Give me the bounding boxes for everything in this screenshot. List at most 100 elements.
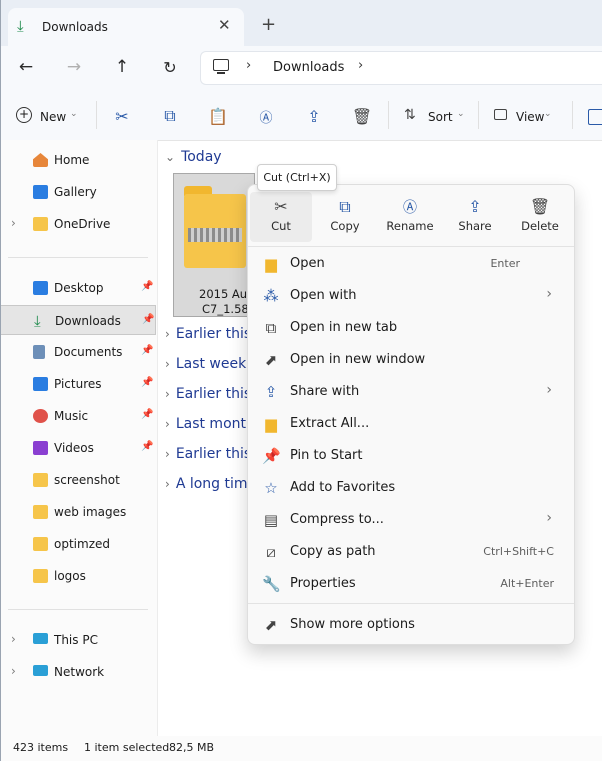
pin-icon: 📌 — [142, 314, 155, 325]
menu-item-compress-to[interactable]: ▤ Compress to... › — [254, 505, 568, 535]
star-icon: ☆ — [264, 479, 278, 497]
nav-item-optimzed[interactable]: optimzed — [0, 529, 156, 559]
group-header[interactable]: ⌄ Today — [165, 149, 222, 165]
new-label: New — [40, 110, 67, 124]
compress-icon: ▤ — [263, 511, 279, 529]
group-header[interactable]: › Last week — [165, 356, 246, 372]
group-header[interactable]: › Last mont — [165, 416, 246, 432]
desktop-icon — [33, 281, 48, 295]
address-bar[interactable] — [200, 51, 602, 85]
sort-button[interactable]: ⇅ Sort ⌄ — [404, 106, 474, 128]
chevron-right-icon: › — [165, 387, 170, 401]
nav-item-network[interactable]: › Network — [0, 657, 156, 687]
menu-item-add-to-favorites[interactable]: ☆ Add to Favorites — [254, 473, 568, 503]
menu-item-extract-all[interactable]: ▆ Extract All... — [254, 409, 568, 439]
pin-icon: 📌 — [141, 409, 154, 420]
breadcrumb[interactable]: Downloads — [273, 60, 344, 75]
network-icon — [33, 665, 48, 676]
group-header[interactable]: › Earlier this — [165, 386, 251, 402]
cut-button[interactable]: ✂ Cut — [250, 192, 312, 242]
item-count: 423 items — [13, 741, 69, 754]
chevron-right-icon: › — [165, 327, 170, 341]
sort-icon: ⇅ — [404, 107, 416, 123]
copy-button[interactable]: ⧉ Copy — [314, 192, 376, 242]
chevron-right-icon[interactable]: › — [11, 664, 16, 678]
home-icon — [33, 153, 48, 167]
paste-toolbar-button[interactable]: 📋 — [206, 104, 230, 128]
menu-item-properties[interactable]: 🔧 Properties Alt+Enter — [254, 569, 568, 599]
menu-item-show-more-options[interactable]: ⬈ Show more options — [254, 610, 568, 640]
group-header[interactable]: › Earlier this — [165, 446, 251, 462]
chevron-down-icon: ⌄ — [70, 109, 78, 119]
nav-item-pictures[interactable]: Pictures 📌 — [0, 369, 156, 399]
menu-item-open-new-window[interactable]: ⬈ Open in new window — [254, 345, 568, 375]
rename-toolbar-button[interactable]: Ⓐ — [254, 104, 278, 128]
zip-folder-icon — [184, 186, 246, 268]
menu-item-open-with[interactable]: ⁂ Open with › — [254, 281, 568, 311]
computer-icon-stand — [217, 72, 225, 74]
new-tab-button[interactable]: + — [261, 14, 276, 35]
group-header[interactable]: › A long tim — [165, 476, 248, 492]
delete-toolbar-button[interactable]: 🗑 — [350, 104, 374, 128]
separator — [478, 101, 479, 129]
filter-icon[interactable] — [588, 109, 602, 125]
menu-separator — [248, 603, 574, 604]
chevron-right-icon[interactable]: › — [11, 632, 16, 646]
cut-toolbar-button[interactable]: ✂ — [110, 104, 134, 128]
breadcrumb-chevron-icon[interactable]: › — [358, 58, 363, 73]
menu-item-share-with[interactable]: ⇪ Share with › — [254, 377, 568, 407]
folder-open-icon: ▆ — [265, 255, 277, 273]
nav-item-this-pc[interactable]: › This PC — [0, 625, 156, 655]
chevron-right-icon: › — [546, 382, 552, 398]
nav-item-gallery[interactable]: Gallery — [0, 177, 156, 207]
share-toolbar-button[interactable]: ⇪ — [302, 104, 326, 128]
separator — [572, 101, 573, 129]
chevron-right-icon: › — [165, 447, 170, 461]
close-tab-icon[interactable]: ✕ — [218, 16, 231, 34]
rename-button[interactable]: Ⓐ Rename — [379, 192, 441, 242]
nav-item-downloads[interactable]: ⤓ Downloads 📌 — [0, 305, 156, 335]
pin-icon: 📌 — [141, 281, 154, 292]
nav-item-videos[interactable]: Videos 📌 — [0, 433, 156, 463]
extract-icon: ▆ — [265, 415, 277, 433]
chevron-right-icon: › — [546, 286, 552, 302]
folder-icon — [33, 217, 48, 231]
share-icon: ⇪ — [468, 197, 482, 216]
nav-item-logos[interactable]: logos — [0, 561, 156, 591]
more-options-icon: ⬈ — [264, 616, 278, 634]
copy-toolbar-button[interactable]: ⧉ — [158, 104, 182, 128]
cut-tooltip: Cut (Ctrl+X) — [257, 164, 337, 191]
menu-item-copy-as-path[interactable]: ⧄ Copy as path Ctrl+Shift+C — [254, 537, 568, 567]
refresh-button[interactable]: ↻ — [158, 56, 182, 78]
nav-item-onedrive[interactable]: › OneDrive — [0, 209, 156, 239]
nav-item-web-images[interactable]: web images — [0, 497, 156, 527]
new-button[interactable]: + New ⌄ — [14, 106, 84, 128]
nav-item-desktop[interactable]: Desktop 📌 — [0, 273, 156, 303]
sort-label: Sort — [428, 110, 453, 124]
context-menu: ✂ Cut ⧉ Copy Ⓐ Rename ⇪ Share 🗑 Delete ▆… — [247, 184, 575, 645]
gallery-icon — [33, 185, 48, 199]
delete-button[interactable]: 🗑 Delete — [509, 192, 571, 242]
computer-icon — [213, 59, 229, 71]
new-window-icon: ⬈ — [264, 351, 278, 369]
back-button[interactable]: ← — [14, 56, 38, 78]
apps-icon: ⁂ — [263, 287, 279, 305]
download-icon: ⤓ — [34, 312, 41, 330]
up-button[interactable]: ↑ — [110, 56, 134, 78]
nav-item-music[interactable]: Music 📌 — [0, 401, 156, 431]
nav-divider — [8, 609, 148, 610]
nav-item-screenshot[interactable]: screenshot — [0, 465, 156, 495]
menu-item-open[interactable]: ▆ Open Enter — [254, 249, 568, 279]
chevron-right-icon: › — [165, 417, 170, 431]
group-header[interactable]: › Earlier this — [165, 326, 251, 342]
view-button[interactable]: View ⌄ — [494, 106, 564, 128]
nav-item-home[interactable]: Home — [0, 145, 156, 175]
menu-item-pin-to-start[interactable]: 📌 Pin to Start — [254, 441, 568, 471]
chevron-right-icon[interactable]: › — [11, 216, 16, 230]
nav-item-documents[interactable]: Documents 📌 — [0, 337, 156, 367]
pin-icon: 📌 — [141, 441, 154, 452]
share-button[interactable]: ⇪ Share — [444, 192, 506, 242]
forward-button[interactable]: → — [62, 56, 86, 78]
download-icon: ⤓ — [17, 17, 24, 35]
menu-item-open-new-tab[interactable]: ⧉ Open in new tab — [254, 313, 568, 343]
